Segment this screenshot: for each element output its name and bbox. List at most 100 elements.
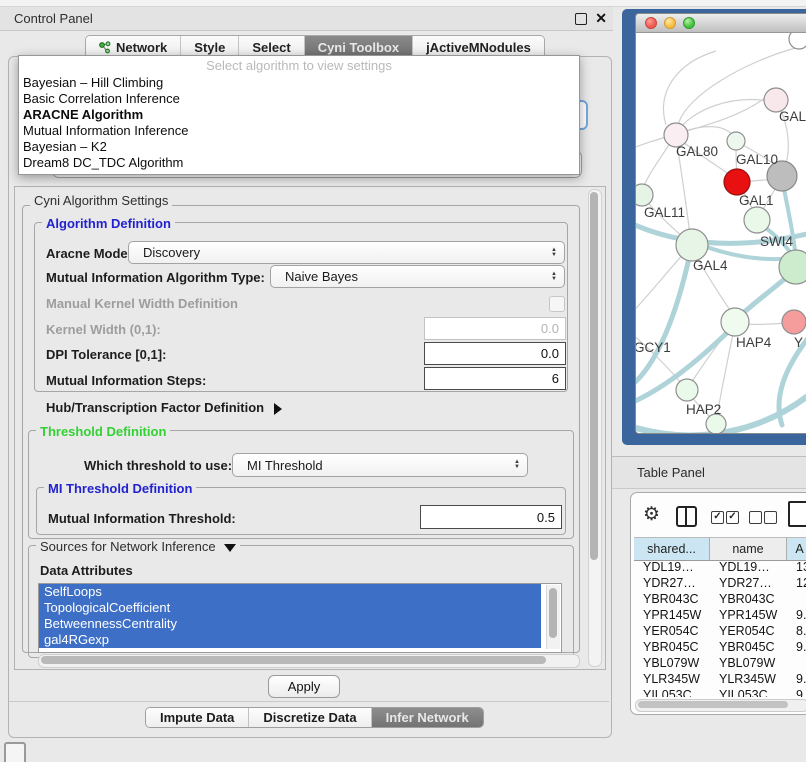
table-cell[interactable]: YBR045C [634, 639, 710, 655]
table-cell[interactable]: YPR145W [634, 607, 710, 623]
table-cell[interactable]: YER054C [634, 623, 710, 639]
scrollbar-thumb[interactable] [549, 588, 557, 638]
apply-button[interactable]: Apply [268, 675, 340, 698]
dropdown-item[interactable]: Basic Correlation Inference [19, 91, 579, 107]
aracne-mode-combo[interactable]: Discovery ▲▼ [128, 241, 565, 264]
checked-box-icon[interactable]: ✓ [726, 511, 739, 524]
attribute-list-item[interactable]: SelfLoops [39, 584, 541, 600]
network-node[interactable] [676, 379, 698, 401]
network-edge[interactable] [681, 100, 774, 127]
table-cell[interactable]: 9. [787, 671, 806, 687]
scrollbar-thumb[interactable] [638, 701, 788, 708]
panel-corner-button[interactable] [4, 742, 26, 762]
dropdown-item[interactable]: Bayesian – K2 [19, 139, 579, 155]
gear-icon[interactable]: ⚙ [643, 503, 660, 526]
table-row[interactable]: YBL079WYBL079W [634, 655, 806, 671]
close-traffic-light-icon[interactable] [645, 17, 657, 29]
table-cell[interactable]: YDR27… [634, 575, 710, 591]
table-row[interactable]: YBR043CYBR043C [634, 591, 806, 607]
table-cell[interactable]: 8. [787, 623, 806, 639]
dpi-tolerance-field[interactable]: 0.0 [424, 342, 566, 365]
table-column-header[interactable]: name [710, 538, 787, 560]
table-cell[interactable]: 9. [787, 607, 806, 623]
network-node[interactable] [789, 33, 806, 49]
which-threshold-combo[interactable]: MI Threshold ▲▼ [232, 453, 528, 477]
table-cell[interactable]: YIL053C [710, 687, 787, 697]
table-cell[interactable]: 9. [787, 687, 806, 697]
table-cell[interactable]: YDR27… [710, 575, 787, 591]
table-cell[interactable]: YIL053C [634, 687, 710, 697]
attribute-list-item[interactable]: BetweennessCentrality [39, 616, 541, 632]
table-cell[interactable]: YLR345W [634, 671, 710, 687]
table-cell[interactable]: 9. [787, 639, 806, 655]
tab-infer-network[interactable]: Infer Network [372, 708, 483, 727]
table-column-header[interactable]: shared... [634, 538, 710, 560]
kernel-width-field[interactable]: 0.0 [424, 317, 566, 340]
network-node[interactable] [779, 250, 806, 284]
tab-impute-data[interactable]: Impute Data [146, 708, 249, 727]
settings-horizontal-scrollbar[interactable] [38, 654, 580, 668]
network-node[interactable] [676, 229, 708, 261]
table-cell[interactable]: YBL079W [710, 655, 787, 671]
table-column-header[interactable]: A [787, 538, 806, 560]
network-canvas[interactable]: GALGAL80GAL10GAL1GAL11GAL4SWI4GCY1HAP4YH… [636, 33, 806, 433]
table-row[interactable]: YDR27…YDR27…12 [634, 575, 806, 591]
network-graph[interactable]: GALGAL80GAL10GAL1GAL11GAL4SWI4GCY1HAP4YH… [636, 33, 806, 433]
scrollbar-thumb[interactable] [41, 656, 546, 664]
network-node[interactable] [721, 308, 749, 336]
table-cell[interactable]: YBL079W [634, 655, 710, 671]
table-row[interactable]: YDL19…YDL19…13 [634, 559, 806, 575]
network-edge[interactable] [636, 97, 766, 151]
settings-vertical-scrollbar[interactable] [588, 189, 602, 667]
network-node[interactable] [636, 184, 653, 206]
network-node[interactable] [724, 169, 750, 195]
manual-kernel-checkbox[interactable] [549, 296, 565, 312]
network-window-titlebar[interactable] [636, 14, 806, 33]
minimize-traffic-light-icon[interactable] [664, 17, 676, 29]
network-node[interactable] [782, 310, 806, 334]
dropdown-item[interactable]: Mutual Information Inference [19, 123, 579, 139]
zoom-traffic-light-icon[interactable] [683, 17, 695, 29]
close-icon[interactable]: ✕ [595, 10, 607, 27]
table-cell[interactable]: YPR145W [710, 607, 787, 623]
expanded-arrow-icon[interactable] [224, 544, 236, 552]
attributes-vertical-scrollbar[interactable] [546, 585, 560, 649]
table-cell[interactable] [787, 655, 806, 671]
collapsed-arrow-icon[interactable] [274, 403, 282, 415]
table-cell[interactable]: 12 [787, 575, 806, 591]
scrollbar-thumb[interactable] [590, 192, 598, 560]
table-cell[interactable]: YDL19… [710, 559, 787, 575]
attribute-list-item[interactable]: gal4RGexp [39, 632, 541, 648]
table-cell[interactable]: YLR345W [710, 671, 787, 687]
table-cell[interactable]: YBR043C [710, 591, 787, 607]
network-edge[interactable] [663, 51, 716, 125]
table-cell[interactable]: YDL19… [634, 559, 710, 575]
table-cell[interactable]: 13 [787, 559, 806, 575]
float-window-icon[interactable] [575, 13, 587, 25]
sources-group-title[interactable]: Sources for Network Inference [36, 539, 240, 554]
tab-discretize-data[interactable]: Discretize Data [249, 708, 371, 727]
attribute-list-item[interactable]: TopologicalCoefficient [39, 600, 541, 616]
unchecked-box-icon[interactable] [749, 511, 762, 524]
table-horizontal-scrollbar[interactable] [635, 699, 806, 712]
table-row[interactable]: YPR145WYPR145W9. [634, 607, 806, 623]
table-row[interactable]: YLR345WYLR345W9. [634, 671, 806, 687]
columns-icon[interactable] [676, 506, 697, 527]
hub-definition-toggle[interactable]: Hub/Transcription Factor Definition [46, 400, 282, 415]
table-row[interactable]: YBR045CYBR045C9. [634, 639, 806, 655]
mi-steps-field[interactable]: 6 [424, 367, 566, 390]
table-row[interactable]: YER054CYER054C8. [634, 623, 806, 639]
table-cell[interactable]: YER054C [710, 623, 787, 639]
new-table-icon[interactable] [788, 501, 806, 527]
table-cell[interactable]: YBR045C [710, 639, 787, 655]
table-row[interactable]: YIL053CYIL053C9. [634, 687, 806, 697]
checked-box-icon[interactable]: ✓ [711, 511, 724, 524]
mi-threshold-field[interactable]: 0.5 [420, 505, 562, 529]
table-cell[interactable] [787, 591, 806, 607]
unchecked-box-icon[interactable] [764, 511, 777, 524]
dropdown-item[interactable]: Bayesian – Hill Climbing [19, 75, 579, 91]
dropdown-item[interactable]: ARACNE Algorithm [19, 107, 579, 123]
dropdown-item[interactable]: Dream8 DC_TDC Algorithm [19, 155, 579, 171]
network-node[interactable] [727, 132, 745, 150]
network-node[interactable] [744, 207, 770, 233]
